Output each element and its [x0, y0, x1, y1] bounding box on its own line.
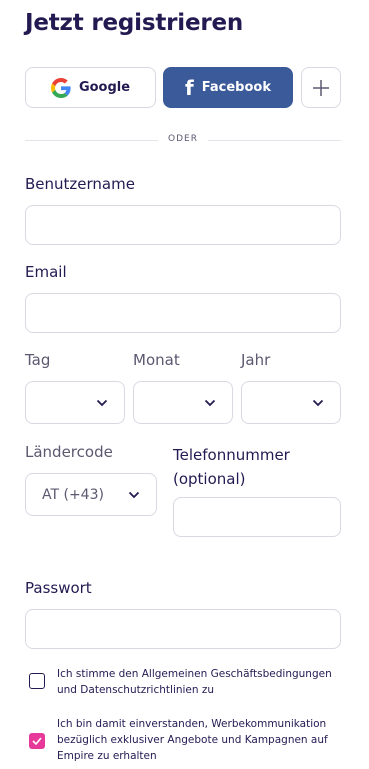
- divider-text: ODER: [158, 134, 208, 144]
- country-code-value: AT (+43): [42, 486, 104, 503]
- username-label: Benutzername: [25, 175, 135, 193]
- country-code-label: Ländercode: [25, 443, 113, 461]
- google-icon: [50, 77, 71, 98]
- facebook-icon: f: [185, 75, 194, 100]
- more-options-button[interactable]: [301, 67, 341, 108]
- marketing-text: Ich bin damit einverstanden, Werbekommun…: [57, 718, 328, 762]
- chevron-down-icon: [312, 399, 324, 406]
- terms-checkbox[interactable]: [29, 673, 45, 689]
- plus-icon: [313, 79, 329, 96]
- facebook-label: Facebook: [201, 80, 271, 95]
- google-label: Google: [78, 80, 131, 95]
- phone-label: Telefonnummer (optional): [173, 443, 290, 491]
- chevron-down-icon: [128, 491, 140, 498]
- day-select[interactable]: [25, 381, 125, 424]
- checkmark-icon: [32, 737, 42, 745]
- divider: ODER: [25, 134, 341, 144]
- marketing-checkbox[interactable]: [29, 733, 45, 749]
- marketing-consent: Ich bin damit einverstanden, Werbekommun…: [29, 716, 328, 762]
- password-label: Passwort: [25, 579, 92, 597]
- email-label: Email: [25, 263, 67, 281]
- google-signup-button[interactable]: Google: [25, 67, 156, 108]
- page-title: Jetzt registrieren: [25, 10, 244, 36]
- phone-label-line2: (optional): [173, 470, 246, 488]
- facebook-signup-button[interactable]: f Facebook: [163, 67, 293, 108]
- phone-label-line1: Telefonnummer: [173, 446, 290, 464]
- chevron-down-icon: [96, 399, 108, 406]
- chevron-down-icon: [204, 399, 216, 406]
- year-select[interactable]: [241, 381, 341, 424]
- month-select[interactable]: [133, 381, 233, 424]
- phone-input[interactable]: [173, 497, 341, 537]
- day-label: Tag: [25, 351, 51, 369]
- username-input[interactable]: [25, 205, 341, 245]
- year-label: Jahr: [241, 351, 271, 369]
- password-input[interactable]: [25, 609, 341, 649]
- terms-consent: Ich stimme den Allgemeinen Geschäftsbedi…: [29, 666, 332, 696]
- country-code-select[interactable]: AT (+43): [25, 473, 157, 516]
- email-input[interactable]: [25, 293, 341, 333]
- month-label: Monat: [133, 351, 180, 369]
- terms-text: Ich stimme den Allgemeinen Geschäftsbedi…: [57, 668, 332, 696]
